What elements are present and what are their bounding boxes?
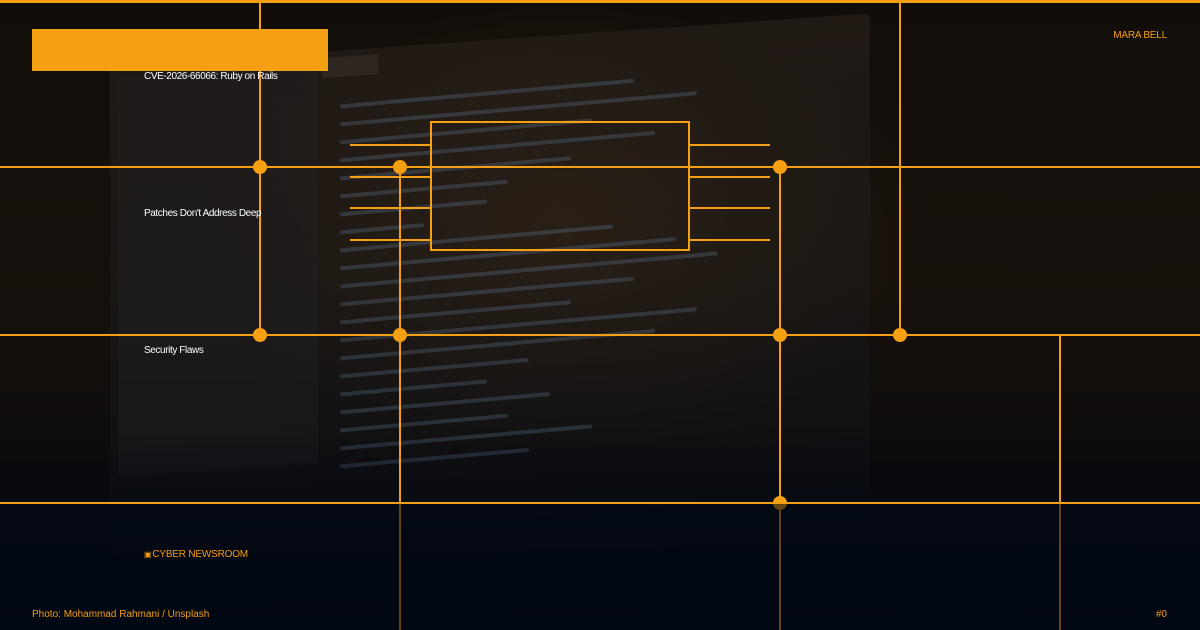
circuit-lines <box>0 0 1200 630</box>
shield-icon: ▣ <box>144 550 152 559</box>
photo-credit: Photo: Mohammad Rahmani / Unsplash <box>32 609 210 620</box>
headline-line-3: Security Flaws <box>144 345 204 356</box>
brand-name: CYBER NEWSROOM <box>152 549 248 560</box>
page-number: #0 <box>1155 609 1167 620</box>
headline-line-2: Patches Don't Address Deep <box>144 208 262 219</box>
headline-highlight-box <box>32 29 328 71</box>
brand-label: ▣CYBER NEWSROOM <box>144 549 248 560</box>
headline-line-1: CVE-2026-66066: Ruby on Rails <box>144 71 278 82</box>
author-name: MARA BELL <box>1113 30 1167 41</box>
